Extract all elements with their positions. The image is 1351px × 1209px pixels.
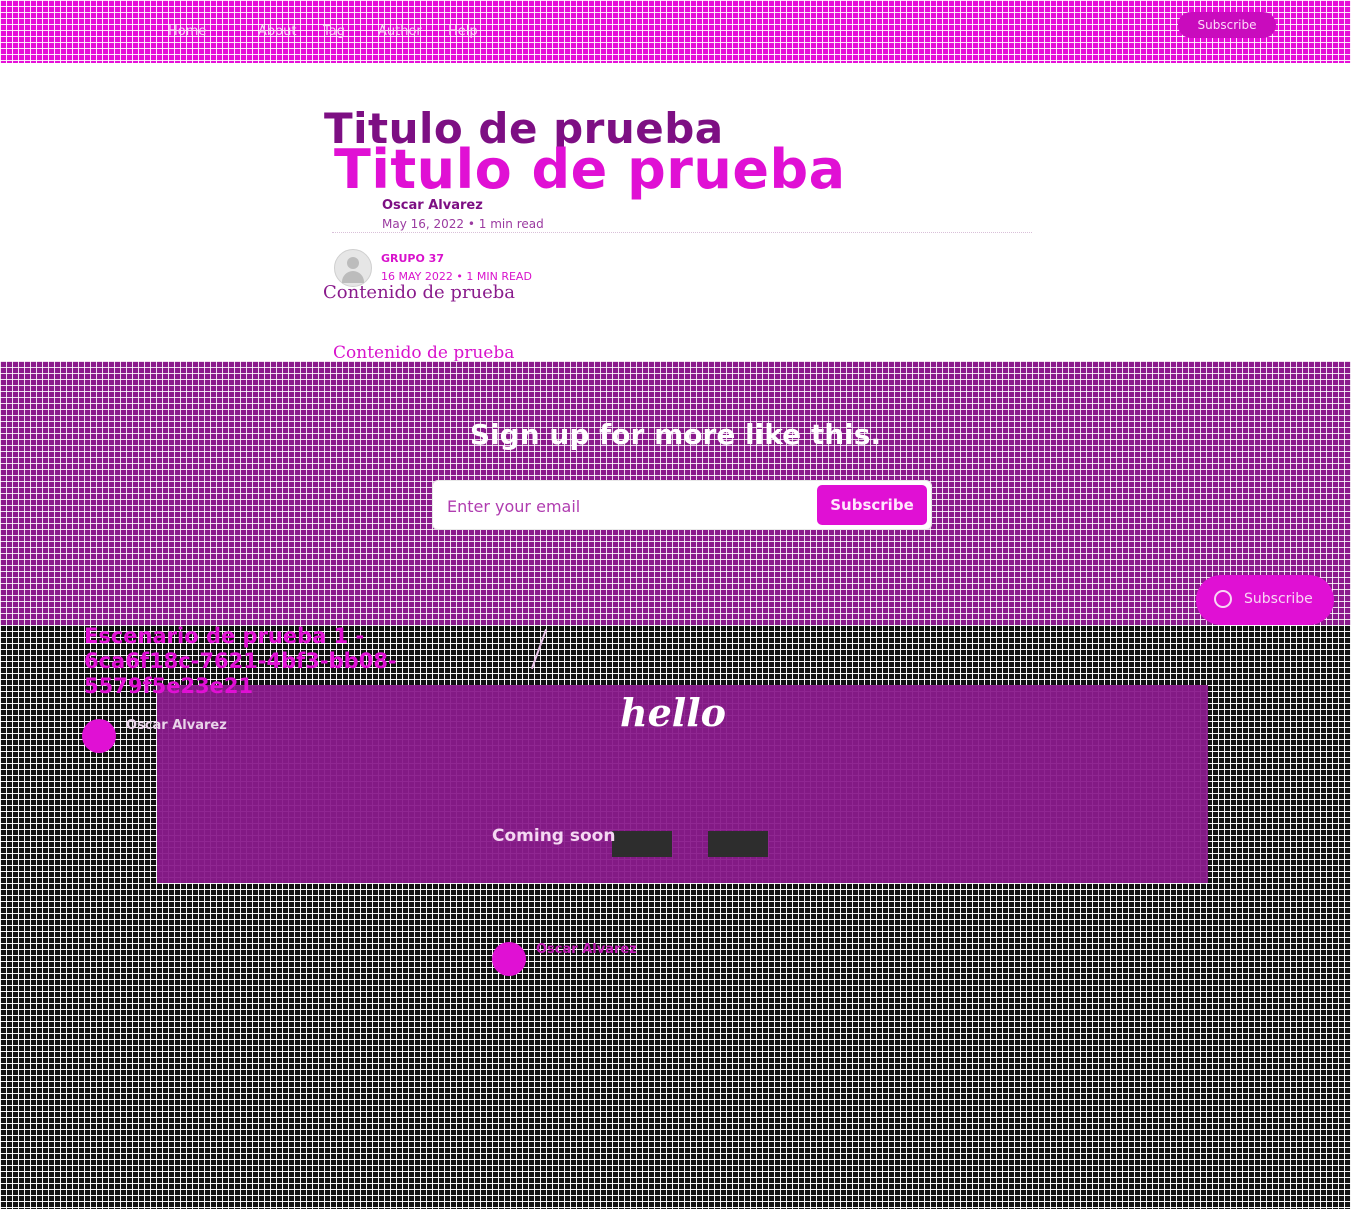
second-author-avatar[interactable] (492, 942, 526, 976)
feature-heading: hello (620, 690, 727, 735)
subscribe-icon (1214, 590, 1232, 608)
post-author-link[interactable]: Oscar Alvarez (382, 198, 483, 213)
nav-home[interactable]: Home (168, 24, 206, 39)
post-read-time: 1 min read (478, 217, 544, 231)
post-title-duplicate: Titulo de prueba (334, 138, 846, 201)
nav-author[interactable]: Author (378, 24, 422, 39)
header-subscribe-button[interactable]: Subscribe (1178, 12, 1276, 38)
coming-soon-title[interactable]: Coming soon (492, 826, 615, 846)
post-date: May 16, 2022 (382, 217, 465, 231)
signup-form: Subscribe (432, 480, 932, 531)
related-author-avatar[interactable] (82, 719, 116, 753)
second-author[interactable]: Oscar Alvarez (536, 942, 637, 957)
nav-about[interactable]: About (258, 24, 296, 39)
signup-subscribe-button[interactable]: Subscribe (817, 485, 927, 525)
post-content: Contenido de prueba (323, 282, 516, 303)
feature-block (612, 831, 672, 857)
nav-help[interactable]: Help (448, 24, 478, 39)
feature-block (708, 831, 768, 857)
post-author-alt[interactable]: GRUPO 37 (381, 252, 444, 265)
related-author[interactable]: Oscar Alvarez (126, 718, 227, 733)
post-meta: May 16, 2022 • 1 min read (382, 217, 544, 231)
meta-separator: • (467, 217, 475, 231)
floating-subscribe-button[interactable]: Subscribe (1196, 575, 1334, 625)
related-post-title[interactable]: Escenario de prueba 1 - 6ca6f18c-7621-4b… (84, 624, 474, 699)
meta-divider (332, 232, 1032, 233)
post-content-duplicate: Contenido de prueba (333, 343, 515, 363)
email-input[interactable] (445, 481, 819, 531)
floating-subscribe-label: Subscribe (1244, 591, 1313, 607)
signup-title: Sign up for more like this. (469, 418, 882, 451)
site-header: Home About Tag Author Help Subscribe (0, 0, 1351, 63)
nav-tag[interactable]: Tag (323, 24, 345, 39)
